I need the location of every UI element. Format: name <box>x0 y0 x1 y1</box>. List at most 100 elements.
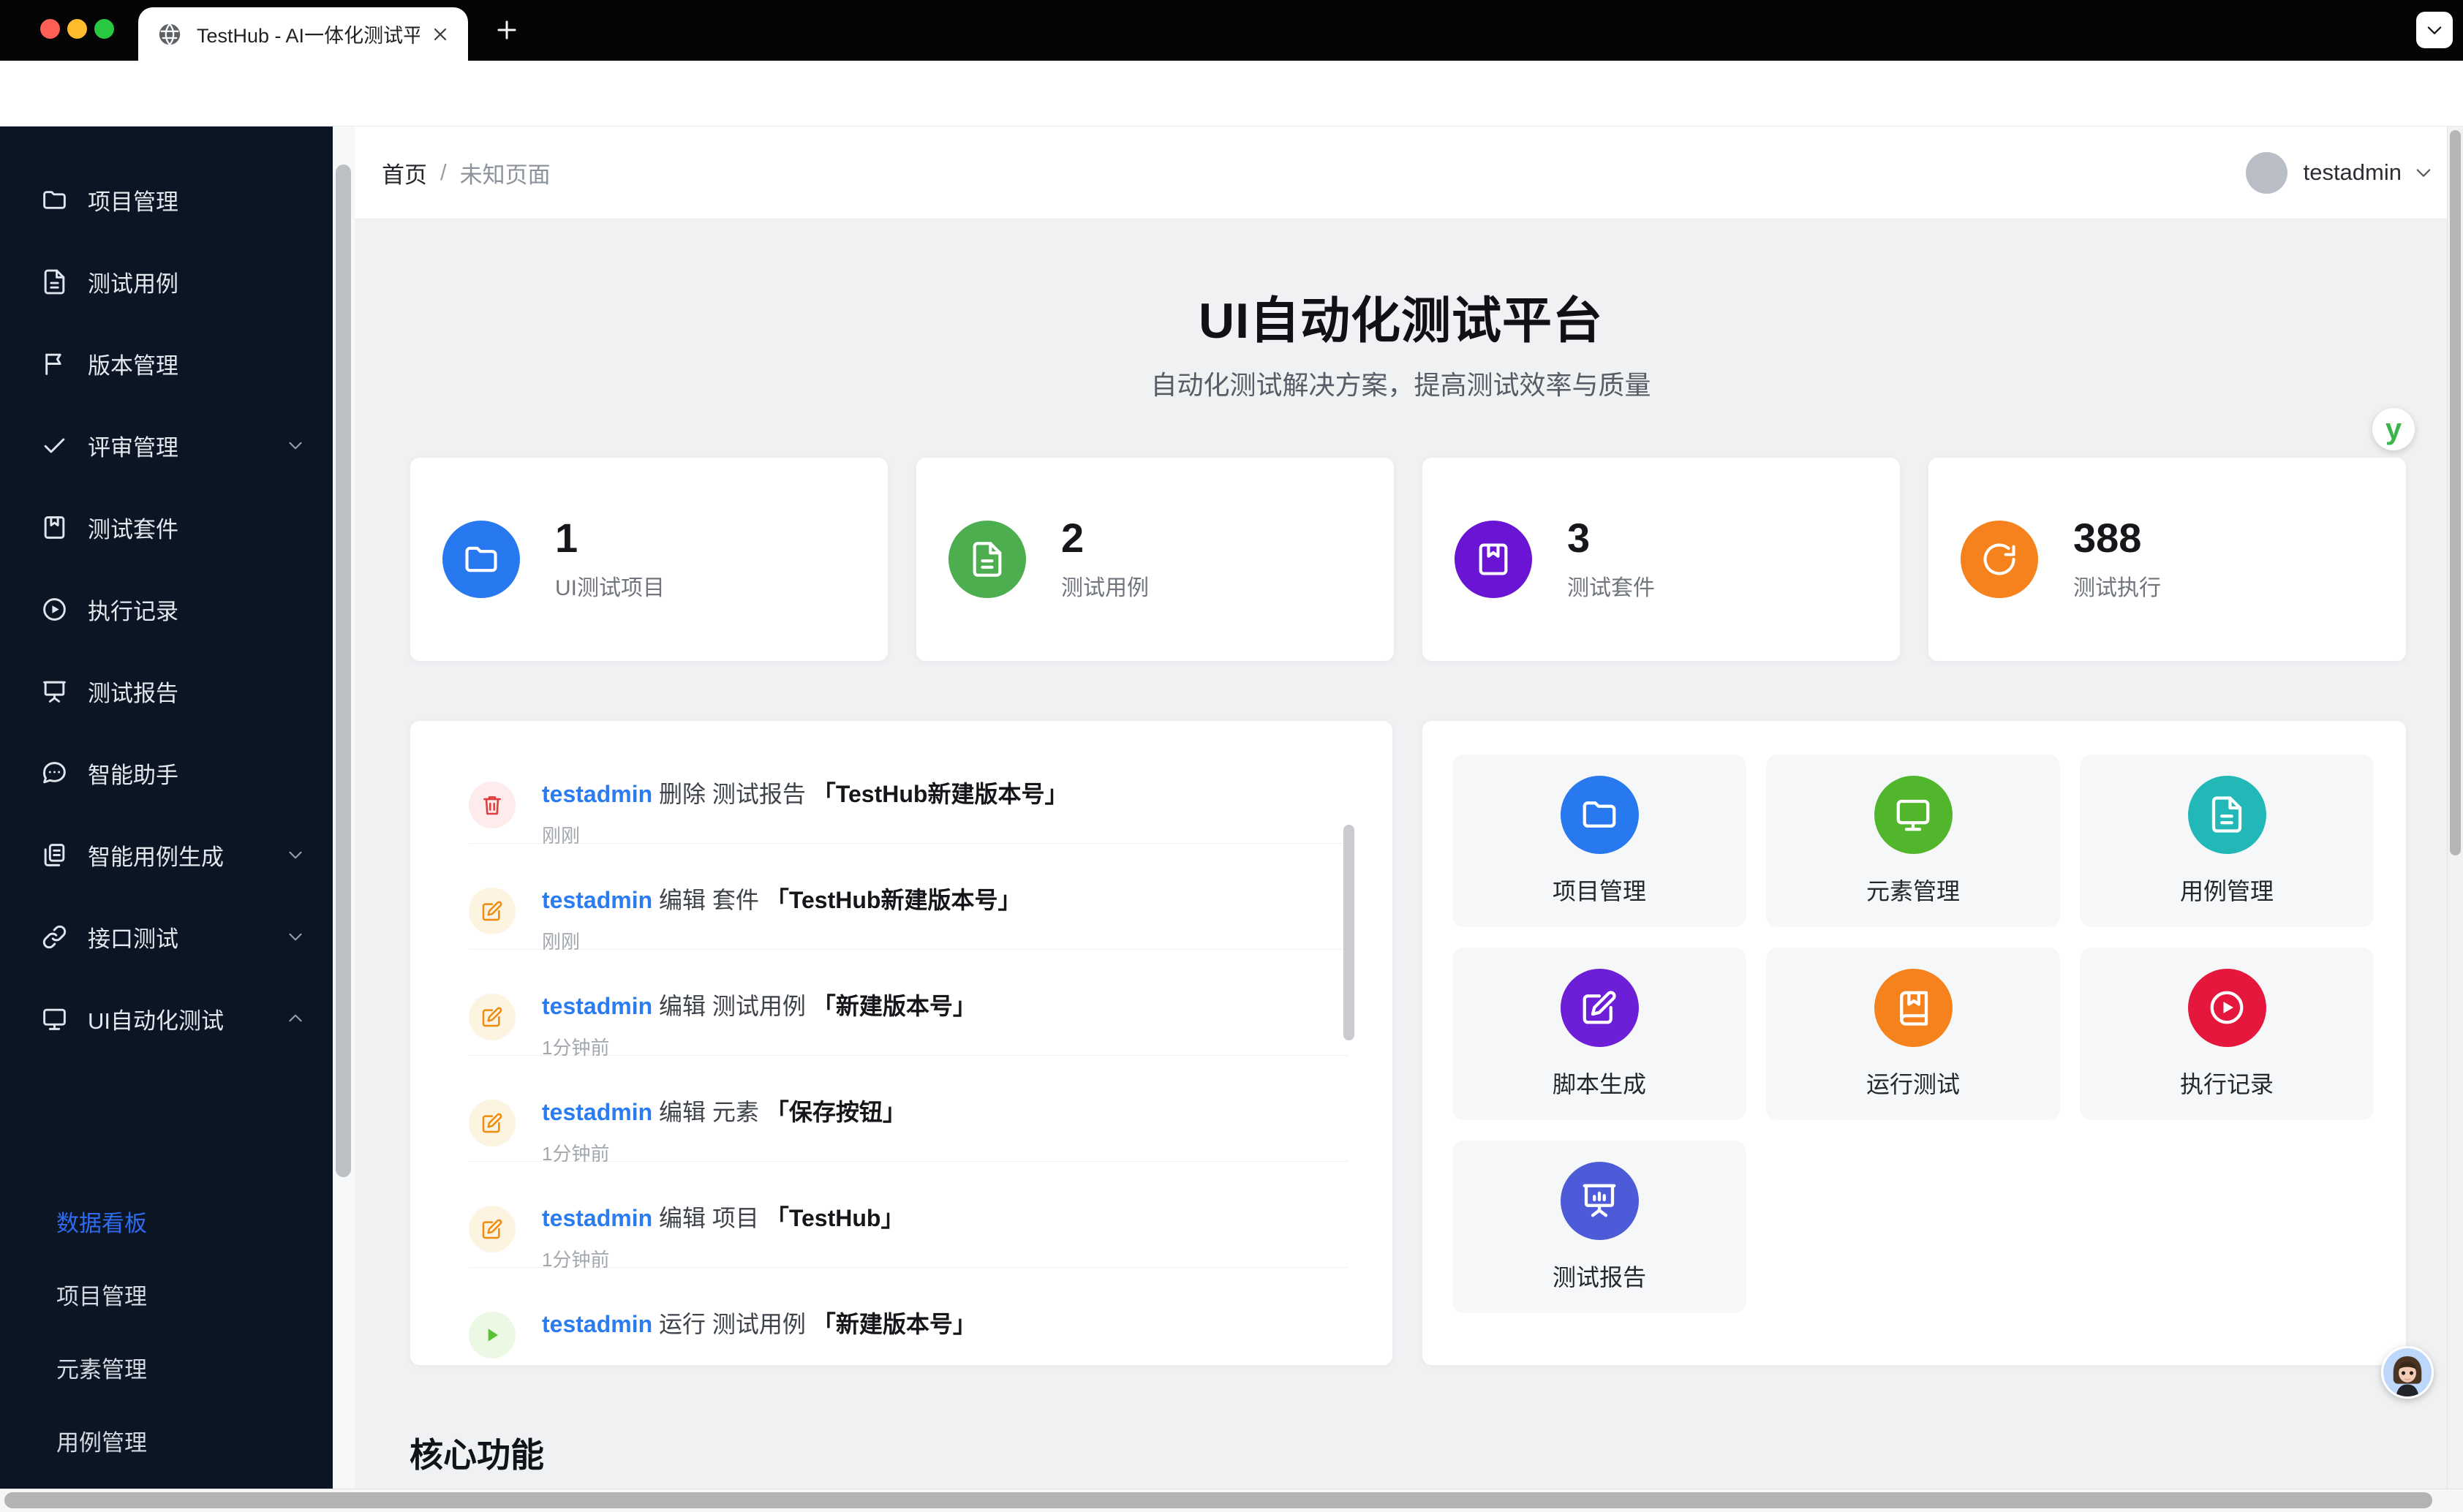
traffic-light-minimize[interactable] <box>67 19 87 39</box>
vertical-scrollbar-thumb[interactable] <box>2450 130 2461 855</box>
activity-scrollbar-thumb[interactable] <box>1343 825 1354 1040</box>
stat-label: 测试用例 <box>1061 576 1149 601</box>
sidebar-item[interactable]: 智能助手 <box>0 732 333 814</box>
quick-action-icon-bubble <box>1560 775 1639 854</box>
sidebar-item[interactable]: 项目管理 <box>0 159 333 241</box>
quick-action-icon-bubble <box>1560 968 1639 1047</box>
page-header: 首页 / 未知页面 testadmin <box>355 126 2463 219</box>
sidebar-item[interactable]: 测试用例 <box>0 241 333 322</box>
quick-action-tile[interactable]: 测试报告 <box>1452 1141 1746 1313</box>
activity-user[interactable]: testadmin <box>542 1099 652 1125</box>
user-menu[interactable]: testadmin <box>2245 151 2434 194</box>
chevron-down-icon <box>2413 162 2434 183</box>
browser-tab-strip: TestHub - AI一体化测试平台 <box>0 0 2463 61</box>
sidebar-item-label: 测试用例 <box>88 271 178 297</box>
sidebar-subitem[interactable]: 用例管理 <box>0 1404 333 1477</box>
sidebar-item[interactable]: 评审管理 <box>0 404 333 486</box>
quick-action-tile[interactable]: 运行测试 <box>1766 948 2060 1120</box>
quick-action-tile[interactable]: 执行记录 <box>2080 948 2374 1120</box>
activity-action: 编辑 套件 <box>652 887 766 913</box>
bookmark-icon <box>41 514 68 541</box>
activity-row[interactable]: testadmin 运行 测试用例 「新建版本号」 <box>469 1268 1349 1365</box>
user-name: testadmin <box>2303 159 2402 185</box>
sidebar-item[interactable]: 接口测试 <box>0 896 333 978</box>
stat-value: 388 <box>2073 514 2142 561</box>
sidebar-scrollbar-thumb[interactable] <box>336 165 351 1177</box>
x-icon[interactable] <box>430 24 450 45</box>
traffic-light-zoom[interactable] <box>94 19 114 39</box>
activity-user[interactable]: testadmin <box>542 993 652 1019</box>
sidebar-item-label: UI自动化测试 <box>88 1008 224 1034</box>
sidebar-item[interactable]: 执行记录 <box>0 568 333 650</box>
stat-card[interactable]: 2 测试用例 <box>916 457 1395 662</box>
activity-target: 「TestHub」 <box>765 1205 905 1231</box>
page-vertical-scrollbar[interactable] <box>2447 126 2463 1489</box>
bookmark-icon <box>1474 540 1512 578</box>
breadcrumb-home[interactable]: 首页 <box>382 156 427 189</box>
activity-action: 编辑 项目 <box>652 1205 766 1231</box>
sidebar-item[interactable]: 智能用例生成 <box>0 814 333 896</box>
y-floating-badge[interactable]: y <box>2372 408 2415 450</box>
activity-user[interactable]: testadmin <box>542 1205 652 1231</box>
stat-label: 测试套件 <box>1567 576 1655 601</box>
sidebar-submenu: 数据看板 项目管理 元素管理 用例管理 脚本生成 脚本列表 <box>0 1184 333 1489</box>
play-circle-icon <box>41 596 68 623</box>
file-text-icon <box>2207 795 2247 834</box>
stat-card[interactable]: 1 UI测试项目 <box>410 457 889 662</box>
sidebar-subitem[interactable]: 元素管理 <box>0 1331 333 1404</box>
activity-row[interactable]: testadmin 编辑 测试用例 「新建版本号」 1分钟前 <box>469 950 1349 1059</box>
activity-row[interactable]: testadmin 编辑 元素 「保存按钮」 1分钟前 <box>469 1056 1349 1165</box>
horizontal-scrollbar-thumb[interactable] <box>4 1492 2432 1508</box>
activity-user[interactable]: testadmin <box>542 887 652 913</box>
stat-label: UI测试项目 <box>555 576 665 601</box>
sidebar-scrollbar[interactable] <box>333 126 355 1489</box>
sidebar-item[interactable]: 测试报告 <box>0 650 333 732</box>
trash-icon <box>480 793 504 817</box>
browser-tab[interactable]: TestHub - AI一体化测试平台 <box>138 7 468 61</box>
activity-target: 「新建版本号」 <box>812 1311 976 1337</box>
chevron-down-icon <box>2424 20 2445 40</box>
stat-card[interactable]: 3 测试套件 <box>1422 457 1901 662</box>
stat-icon-bubble <box>442 521 520 598</box>
play-icon <box>480 1323 504 1347</box>
plus-icon[interactable] <box>493 16 521 44</box>
activity-user[interactable]: testadmin <box>542 1311 652 1337</box>
folder-icon <box>41 186 68 213</box>
quick-action-tile[interactable]: 脚本生成 <box>1452 948 1746 1120</box>
quick-action-tile[interactable]: 用例管理 <box>2080 755 2374 927</box>
sidebar-item[interactable]: UI自动化测试 <box>0 978 333 1059</box>
activity-row[interactable]: testadmin 编辑 项目 「TestHub」 1分钟前 <box>469 1162 1349 1271</box>
quick-action-label: 脚本生成 <box>1552 1070 1646 1097</box>
quick-action-tile[interactable]: 项目管理 <box>1452 755 1746 927</box>
assistant-avatar[interactable] <box>2381 1346 2434 1399</box>
stat-card[interactable]: 388 测试执行 <box>1928 457 2407 662</box>
file-text-icon <box>968 540 1006 578</box>
sidebar-subitem[interactable]: 脚本生成 <box>0 1477 333 1489</box>
edit-icon <box>480 1005 504 1029</box>
activity-action: 运行 测试用例 <box>652 1311 812 1337</box>
link-icon <box>41 923 68 950</box>
sidebar-subitem[interactable]: 数据看板 <box>0 1184 333 1258</box>
copy-icon <box>41 842 68 869</box>
sidebar-subitem[interactable]: 项目管理 <box>0 1258 333 1331</box>
sidebar-subitem-label: 数据看板 <box>56 1210 147 1236</box>
folder-icon <box>1580 795 1619 834</box>
activity-row[interactable]: testadmin 删除 测试报告 「TestHub新建版本号」 刚刚 <box>469 738 1349 847</box>
activity-icon-bubble <box>469 994 516 1040</box>
sidebar-item[interactable]: 测试套件 <box>0 486 333 568</box>
page-horizontal-scrollbar[interactable] <box>0 1489 2463 1512</box>
core-features-title: 核心功能 <box>410 1436 544 1474</box>
sidebar-item[interactable]: 版本管理 <box>0 322 333 404</box>
activity-user[interactable]: testadmin <box>542 781 652 807</box>
sidebar-item-label: 智能用例生成 <box>88 844 224 870</box>
traffic-light-close[interactable] <box>40 19 60 39</box>
quick-action-tile[interactable]: 元素管理 <box>1766 755 2060 927</box>
sidebar-subitem-label: 用例管理 <box>56 1429 147 1456</box>
tab-search-button[interactable] <box>2416 12 2453 48</box>
sidebar-subitem-label: 项目管理 <box>56 1283 147 1309</box>
activity-row[interactable]: testadmin 编辑 套件 「TestHub新建版本号」 刚刚 <box>469 844 1349 953</box>
tab-title: TestHub - AI一体化测试平台 <box>197 25 420 47</box>
sidebar-item-label: 评审管理 <box>88 434 178 461</box>
quick-action-icon-bubble <box>1560 1161 1639 1240</box>
pen-square-icon <box>1580 988 1619 1027</box>
